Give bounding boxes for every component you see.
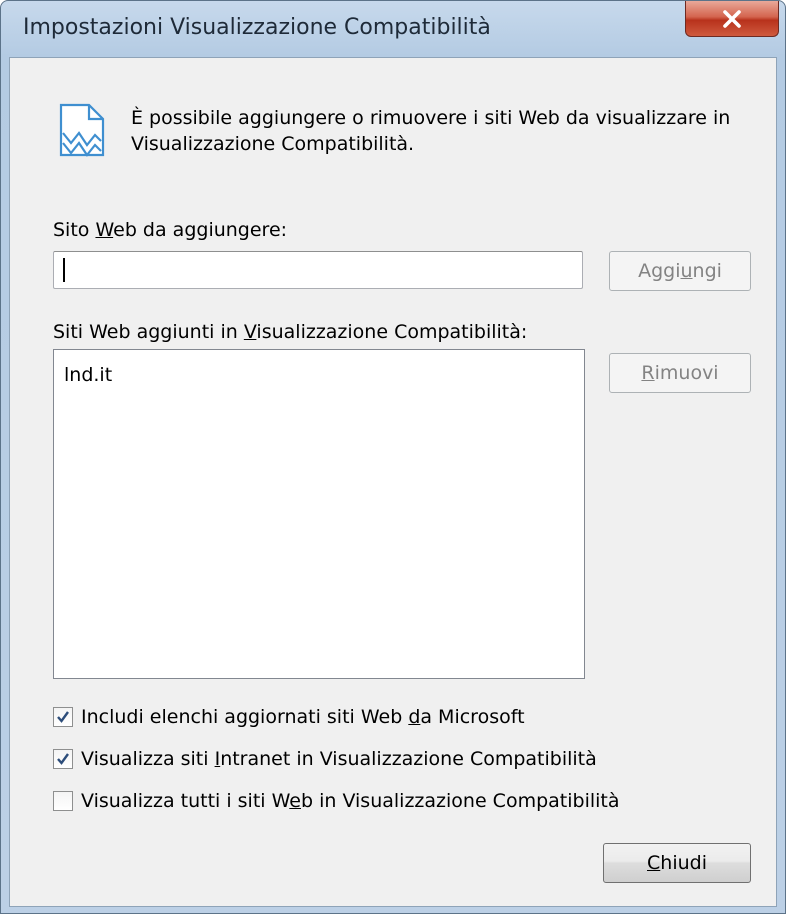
dialog-window: Impostazioni Visualizzazione Compatibili… bbox=[0, 0, 786, 914]
text-caret bbox=[63, 258, 65, 282]
checkbox-all-sites[interactable] bbox=[53, 791, 73, 811]
add-button[interactable]: Aggi u ngi bbox=[609, 251, 751, 291]
sites-listbox[interactable]: lnd.it bbox=[53, 349, 585, 679]
checkmark-icon bbox=[57, 711, 69, 723]
option-label: Visualizza siti Intranet in Visualizzazi… bbox=[81, 748, 597, 770]
option-label: Includi elenchi aggiornati siti Web da M… bbox=[81, 706, 525, 728]
list-item[interactable]: lnd.it bbox=[64, 364, 112, 386]
option-intranet-sites[interactable]: Visualizza siti Intranet in Visualizzazi… bbox=[53, 746, 597, 772]
option-label: Visualizza tutti i siti Web in Visualizz… bbox=[81, 790, 620, 812]
option-include-microsoft-lists[interactable]: Includi elenchi aggiornati siti Web da M… bbox=[53, 704, 525, 730]
title-bar[interactable]: Impostazioni Visualizzazione Compatibili… bbox=[1, 1, 785, 57]
checkbox-intranet-sites[interactable] bbox=[53, 749, 73, 769]
window-title: Impostazioni Visualizzazione Compatibili… bbox=[23, 15, 491, 40]
info-description: È possibile aggiungere o rimuovere i sit… bbox=[131, 107, 731, 155]
sites-list-label: Siti Web aggiunti in Visualizzazione Com… bbox=[53, 321, 528, 343]
compatibility-view-icon bbox=[59, 103, 105, 157]
option-all-sites[interactable]: Visualizza tutti i siti Web in Visualizz… bbox=[53, 788, 620, 814]
add-site-label: Sito Web da aggiungere: bbox=[53, 219, 288, 241]
window-close-button[interactable] bbox=[685, 1, 779, 37]
close-icon bbox=[723, 9, 741, 28]
close-button[interactable]: Chiudi bbox=[603, 843, 751, 883]
checkbox-include-microsoft-lists[interactable] bbox=[53, 707, 73, 727]
website-input[interactable] bbox=[53, 251, 583, 289]
checkmark-icon bbox=[57, 753, 69, 765]
remove-button[interactable]: Rimuovi bbox=[609, 353, 751, 393]
